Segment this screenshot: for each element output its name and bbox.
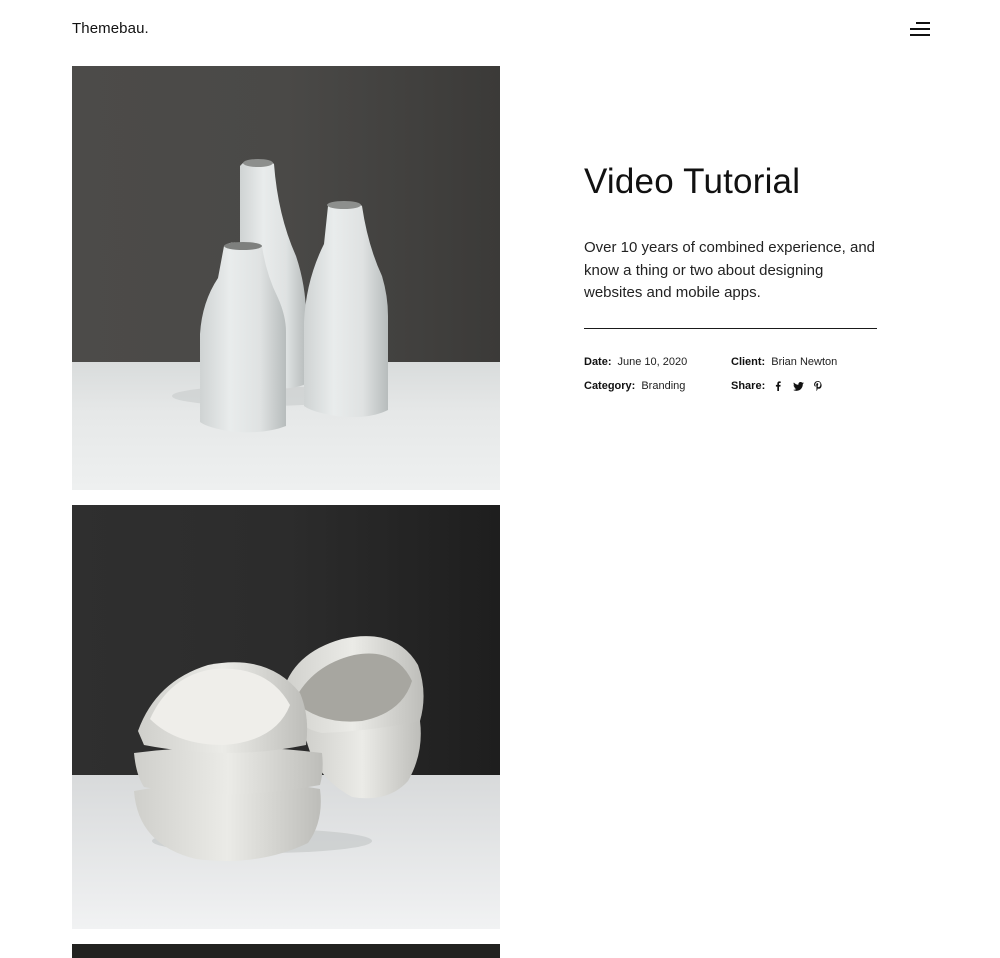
site-logo[interactable]: Themebau.: [72, 20, 149, 37]
menu-line: [910, 34, 930, 36]
meta-category: Category: Branding: [584, 380, 685, 392]
meta-category-value: Branding: [641, 380, 686, 392]
meta-date-value: June 10, 2020: [617, 356, 688, 368]
third-photo: [72, 944, 500, 958]
meta-date: Date: June 10, 2020: [584, 356, 687, 368]
meta-date-label: Date:: [584, 356, 612, 368]
meta-client-label: Client:: [731, 356, 766, 368]
meta-share-label: Share:: [731, 380, 766, 392]
meta-client: Client: Brian Newton: [731, 356, 837, 368]
project-description: Over 10 years of combined experience, an…: [584, 239, 875, 301]
project-title: Video Tutorial: [584, 162, 801, 201]
divider: [584, 328, 877, 329]
ceramic-bowls-photo: [72, 505, 500, 929]
menu-line: [916, 22, 930, 24]
ceramic-vases-photo: [72, 66, 500, 490]
meta-share: Share:: [731, 380, 832, 392]
twitter-icon[interactable]: [792, 380, 804, 392]
pinterest-icon[interactable]: [812, 380, 824, 392]
menu-line: [910, 28, 930, 30]
project-info: Video Tutorial Over 10 years of combined…: [584, 160, 877, 305]
facebook-icon[interactable]: [772, 380, 784, 392]
meta-category-label: Category:: [584, 380, 636, 392]
meta-client-value: Brian Newton: [771, 356, 838, 368]
hamburger-menu-icon[interactable]: [908, 20, 930, 38]
